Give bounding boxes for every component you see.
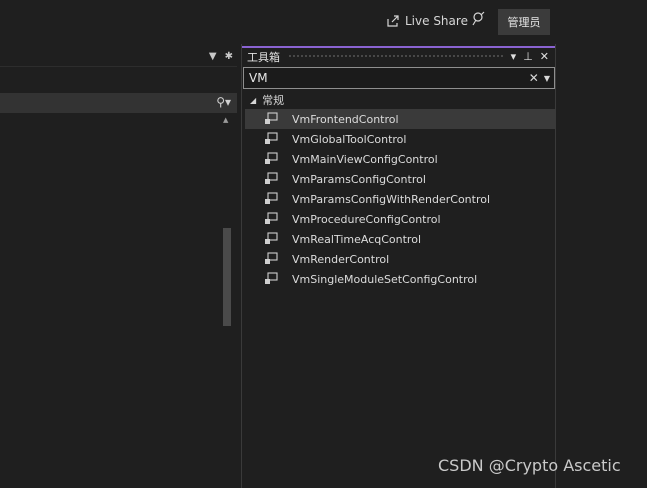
toolbox-item-label: VmGlobalToolControl bbox=[292, 132, 407, 146]
component-icon bbox=[265, 232, 278, 244]
toolbox-search-input[interactable] bbox=[244, 71, 529, 85]
left-pane-controls: ▼ ✱ bbox=[209, 51, 233, 62]
search-options-icon[interactable]: ▼ bbox=[544, 74, 550, 83]
toolbox-title: 工具箱 bbox=[247, 50, 280, 64]
toolbox-item-label: VmMainViewConfigControl bbox=[292, 152, 438, 166]
toolbox-item[interactable]: VmMainViewConfigControl bbox=[245, 149, 555, 169]
settings-gear-icon[interactable]: ✱ bbox=[225, 51, 233, 62]
title-bar: Live Share 管理员 bbox=[0, 0, 560, 44]
component-icon bbox=[265, 112, 278, 124]
component-icon bbox=[265, 172, 278, 184]
toolbox-item-list: VmFrontendControl VmGlobalToolControl Vm… bbox=[245, 109, 555, 289]
live-share-button[interactable]: Live Share bbox=[386, 12, 468, 30]
live-share-label: Live Share bbox=[405, 14, 468, 28]
admin-label: 管理员 bbox=[507, 16, 541, 29]
vertical-scrollbar[interactable]: ▲ bbox=[220, 116, 234, 488]
drag-grip[interactable] bbox=[288, 54, 503, 59]
toolbox-item-label: VmRenderControl bbox=[292, 252, 390, 266]
feedback-icon[interactable] bbox=[470, 11, 486, 27]
toolbox-item[interactable]: VmRealTimeAcqControl bbox=[245, 229, 555, 249]
toolbox-item[interactable]: VmRenderControl bbox=[245, 249, 555, 269]
dropdown-arrow-icon[interactable]: ▼ bbox=[209, 51, 217, 62]
left-pane: ▼ ✱ ⚲▾ ▲ bbox=[0, 46, 237, 488]
toolbox-item[interactable]: VmGlobalToolControl bbox=[245, 129, 555, 149]
toolbox-item-label: VmParamsConfigWithRenderControl bbox=[292, 192, 491, 206]
share-icon bbox=[387, 15, 399, 27]
component-icon bbox=[265, 252, 278, 264]
admin-badge[interactable]: 管理员 bbox=[498, 9, 550, 35]
toolbox-search: ✕ ▼ bbox=[243, 67, 555, 89]
left-search-bar[interactable]: ⚲▾ bbox=[0, 93, 237, 113]
watermark: CSDN @Crypto Ascetic bbox=[438, 456, 621, 475]
toolbox-item[interactable]: VmParamsConfigControl bbox=[245, 169, 555, 189]
toolbox-header: 工具箱 ▾ ⊥ ✕ bbox=[242, 46, 555, 65]
scroll-thumb[interactable] bbox=[223, 228, 231, 326]
divider bbox=[0, 66, 237, 67]
toolbox-window-controls: ▾ ⊥ ✕ bbox=[511, 50, 549, 63]
component-icon bbox=[265, 192, 278, 204]
toolbox-item[interactable]: VmParamsConfigWithRenderControl bbox=[245, 189, 555, 209]
toolbox-panel: 工具箱 ▾ ⊥ ✕ ✕ ▼ ◢ 常规 VmFrontendControl VmG… bbox=[241, 44, 556, 488]
component-icon bbox=[265, 152, 278, 164]
component-icon bbox=[265, 272, 278, 284]
group-label: 常规 bbox=[262, 94, 285, 107]
group-header-general[interactable]: ◢ 常规 bbox=[250, 92, 284, 108]
toolbox-item-label: VmFrontendControl bbox=[292, 112, 399, 126]
toolbox-item[interactable]: VmFrontendControl bbox=[245, 109, 555, 129]
scroll-up-arrow-icon[interactable]: ▲ bbox=[223, 116, 228, 124]
collapse-triangle-icon: ◢ bbox=[250, 95, 257, 105]
toolbox-item[interactable]: VmProcedureConfigControl bbox=[245, 209, 555, 229]
toolbox-item-label: VmRealTimeAcqControl bbox=[292, 232, 421, 246]
toolbox-item[interactable]: VmSingleModuleSetConfigControl bbox=[245, 269, 555, 289]
pin-icon[interactable]: ⊥ bbox=[523, 50, 533, 63]
search-icon[interactable]: ⚲▾ bbox=[216, 95, 231, 109]
close-icon[interactable]: ✕ bbox=[540, 50, 549, 63]
toolbox-item-label: VmSingleModuleSetConfigControl bbox=[292, 272, 478, 286]
toolbox-item-label: VmProcedureConfigControl bbox=[292, 212, 441, 226]
component-icon bbox=[265, 212, 278, 224]
component-icon bbox=[265, 132, 278, 144]
clear-search-icon[interactable]: ✕ bbox=[529, 71, 539, 85]
window-menu-icon[interactable]: ▾ bbox=[511, 50, 517, 63]
toolbox-item-label: VmParamsConfigControl bbox=[292, 172, 426, 186]
